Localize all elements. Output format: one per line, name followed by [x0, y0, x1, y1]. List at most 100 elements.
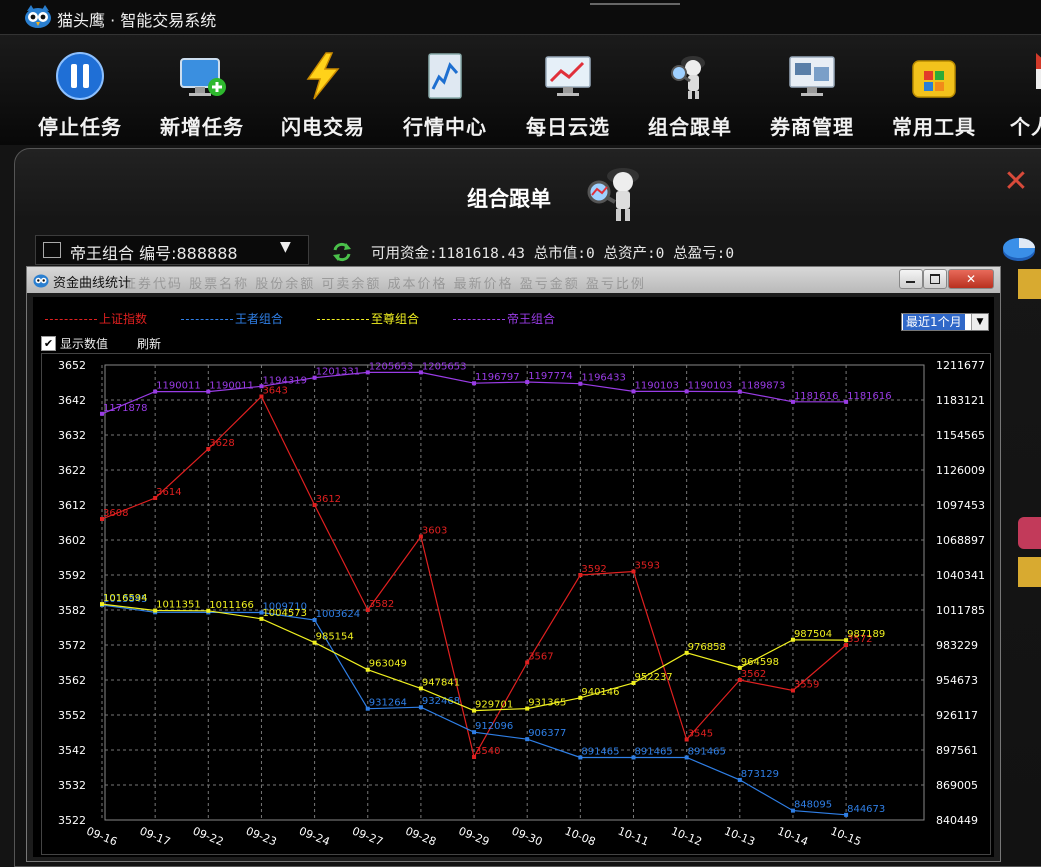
y-left-tick-label: 3652	[58, 359, 86, 372]
x-tick-label: 10-12	[669, 824, 704, 848]
lightning-trade-button[interactable]: 闪电交易	[268, 47, 378, 139]
side-panel-tab[interactable]	[1018, 517, 1041, 549]
data-label: 891465	[688, 746, 726, 757]
portfolio-follow-button[interactable]: 组合跟单	[635, 47, 745, 139]
y-left-tick-label: 3582	[58, 604, 86, 617]
pause-icon	[56, 52, 104, 100]
portfolio-select-value: 帝王组合 编号:888888	[70, 244, 238, 263]
data-label: 1197774	[528, 371, 573, 382]
y-left-tick-label: 3622	[58, 464, 86, 477]
data-label: 1189873	[741, 381, 786, 392]
owl-logo-icon	[33, 274, 49, 288]
show-values-label: 显示数值	[60, 337, 109, 351]
maximize-icon	[930, 274, 940, 284]
add-task-button[interactable]: 新增任务	[147, 47, 257, 139]
data-label: 932468	[422, 696, 460, 707]
y-left-tick-label: 3552	[58, 709, 86, 722]
data-label: 952237	[635, 672, 673, 683]
screen-trend-icon	[545, 56, 591, 96]
y-left-tick-label: 3572	[58, 639, 86, 652]
x-tick-label: 09-30	[510, 824, 545, 848]
background-table-headers: 证券代码 股票名称 股份余额 可卖余额 成本价格 最新价格 盈亏金额 盈亏比例	[123, 277, 646, 292]
data-label: 912096	[475, 721, 513, 732]
data-label: 1181616	[847, 391, 892, 402]
y-right-tick-label: 1154565	[936, 429, 985, 442]
x-tick-label: 09-23	[244, 824, 279, 848]
data-label: 3603	[422, 526, 447, 537]
lightning-icon	[306, 52, 340, 100]
data-label: 1205653	[369, 361, 414, 372]
data-label: 844673	[847, 804, 885, 815]
series-line	[101, 603, 847, 712]
pie-chart-icon[interactable]	[1001, 235, 1037, 263]
fund-curve-chart: 3652 1211677 3642 1183121 3632 1154565 3622 112…	[58, 359, 985, 848]
refresh-icon[interactable]	[331, 241, 353, 263]
y-right-tick-label: 954673	[936, 674, 978, 687]
close-icon[interactable]: ✕	[1003, 167, 1029, 197]
data-label: 987189	[847, 629, 885, 640]
data-label: 1190103	[635, 380, 680, 391]
lightning-trade-label: 闪电交易	[281, 115, 365, 139]
dropdown-arrow-icon: ▼	[280, 239, 291, 255]
time-range-select[interactable]: 最近1个月 ▼	[901, 313, 989, 331]
title-divider	[590, 3, 680, 5]
common-tools-button[interactable]: 常用工具	[879, 47, 989, 139]
data-label: 1004573	[262, 608, 307, 619]
common-tools-label: 常用工具	[892, 115, 976, 139]
data-label: 3545	[688, 729, 713, 740]
data-label: 873129	[741, 769, 779, 780]
data-label: 964598	[741, 657, 779, 668]
window-title: 资金曲线统计	[53, 276, 132, 291]
data-label: 947841	[422, 677, 460, 688]
broker-management-button[interactable]: 券商管理	[757, 47, 867, 139]
data-label: 1194319	[262, 375, 307, 386]
y-right-tick-label: 897561	[936, 744, 978, 757]
minimize-button[interactable]	[899, 269, 923, 289]
show-values-checkbox[interactable]: ✔	[41, 336, 56, 351]
data-label: 1190011	[209, 381, 254, 392]
personal-button[interactable]: 个人	[1000, 47, 1041, 137]
x-tick-label: 09-27	[350, 824, 385, 848]
legend-item: 帝王组合	[453, 310, 555, 327]
window-title-bar[interactable]: 资金曲线统计 证券代码 股票名称 股份余额 可卖余额 成本价格 最新价格 盈亏金…	[27, 267, 1000, 293]
broker-screen-icon	[789, 56, 835, 96]
data-label: 1196433	[581, 373, 626, 384]
market-center-button[interactable]: 行情中心	[390, 47, 500, 139]
owl-logo-icon	[25, 5, 51, 28]
close-icon: ✕	[965, 272, 977, 286]
window-close-button[interactable]: ✕	[948, 269, 994, 289]
panel-title: 组合跟单	[467, 187, 551, 211]
add-task-label: 新增任务	[160, 115, 244, 139]
refresh-button[interactable]: 刷新	[137, 335, 161, 352]
data-label: 3540	[475, 746, 500, 757]
data-label: 929701	[475, 700, 513, 711]
broker-management-label: 券商管理	[770, 115, 854, 139]
home-icon	[1036, 53, 1041, 89]
list-icon	[43, 242, 61, 258]
plot-area	[104, 364, 925, 821]
legend-item: 上证指数	[45, 310, 147, 327]
daily-cloud-pick-button[interactable]: 每日云选	[513, 47, 623, 139]
daily-cloud-pick-label: 每日云选	[526, 115, 610, 139]
x-tick-label: 10-11	[616, 824, 651, 848]
portfolio-select[interactable]: 帝王组合 编号:888888 ▼	[35, 235, 309, 265]
stop-task-button[interactable]: 停止任务	[25, 47, 135, 139]
side-panel-tab[interactable]	[1018, 557, 1041, 587]
data-label: 3582	[369, 599, 394, 610]
detective-icon	[587, 168, 639, 221]
toolbox-icon	[912, 60, 956, 98]
chart-frame: 3652 1211677 3642 1183121 3632 1154565 3622 112…	[41, 353, 991, 855]
y-left-tick-label: 3522	[58, 814, 86, 827]
maximize-button[interactable]	[923, 269, 947, 289]
y-right-tick-label: 840449	[936, 814, 978, 827]
title-bar: 猫头鹰 · 智能交易系统	[0, 0, 1041, 34]
y-left-tick-label: 3602	[58, 534, 86, 547]
fund-curve-window: 资金曲线统计 证券代码 股票名称 股份余额 可卖余额 成本价格 最新价格 盈亏金…	[26, 266, 1001, 862]
legend-item: 至尊组合	[317, 310, 419, 327]
data-label: 1171878	[103, 403, 148, 414]
data-label: 3567	[528, 652, 553, 663]
side-panel-tab[interactable]	[1018, 269, 1041, 299]
y-right-tick-label: 926117	[936, 709, 978, 722]
portfolio-follow-label: 组合跟单	[648, 115, 732, 139]
data-label: 1196797	[475, 372, 520, 383]
